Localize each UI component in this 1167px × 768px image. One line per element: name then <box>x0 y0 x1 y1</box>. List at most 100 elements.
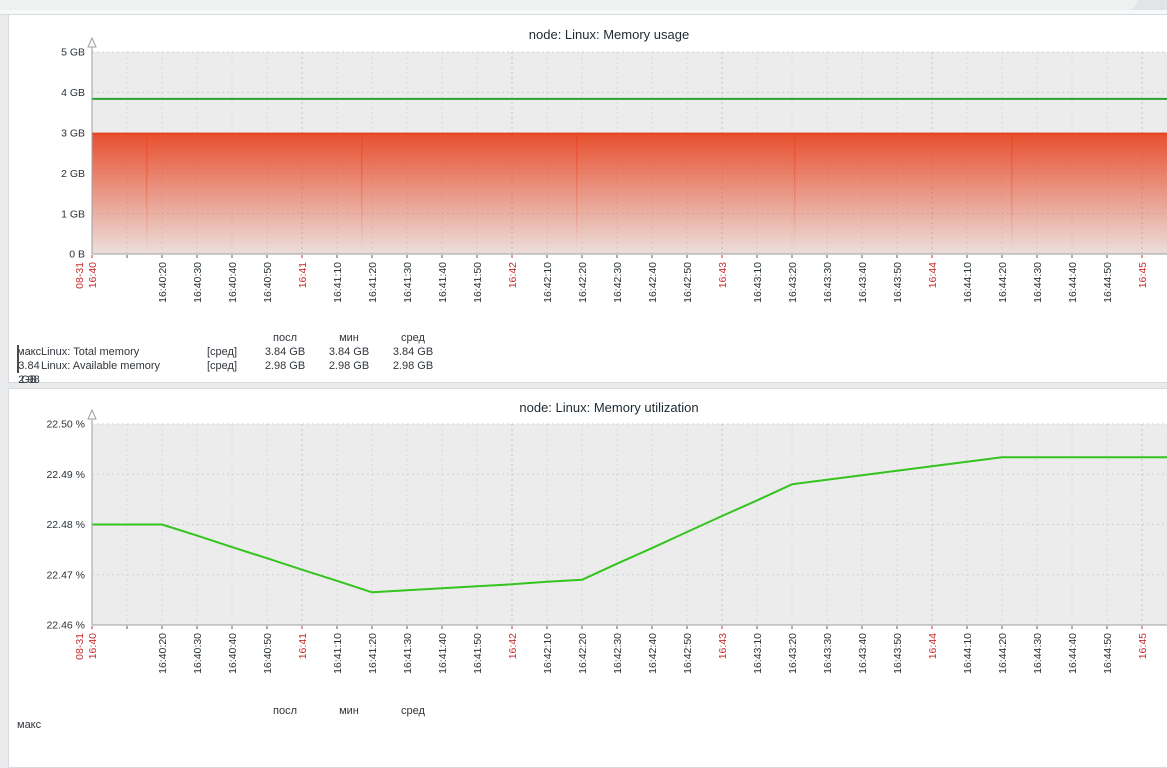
x-axis-tick-label: 16:44:10 <box>962 633 974 674</box>
x-axis-tick-label: 16:42:50 <box>682 262 694 303</box>
x-axis-tick-label: 16:40:40 <box>227 633 239 674</box>
x-axis-tick-label: 16:44:30 <box>1032 633 1044 674</box>
legend-series-function: [сред] <box>207 345 253 359</box>
x-axis-tick-label: 16:42:30 <box>612 262 624 303</box>
legend-column-header: сред <box>381 704 445 718</box>
x-axis-tick-label: 16:43:30 <box>822 633 834 674</box>
x-axis-tick-label: 16:41:30 <box>402 633 414 674</box>
x-axis-tick-label: 16:43:30 <box>822 262 834 303</box>
x-axis-tick-label: 16:41:10 <box>332 262 344 303</box>
x-axis-tick-label: 16:42:20 <box>577 262 589 303</box>
x-axis-tick-label: 16:44:50 <box>1102 262 1114 303</box>
legend-stat-value: 3.84 GB <box>381 345 445 359</box>
x-axis-tick-label: 16:42 <box>507 262 519 288</box>
x-axis-tick-label: 16:42 <box>507 633 519 659</box>
x-axis-tick-label: 16:42:50 <box>682 633 694 674</box>
x-axis-tick-label: 16:45 <box>1137 262 1149 288</box>
x-axis-date-label: 08-31 <box>74 262 86 289</box>
x-axis-tick-label: 16:43:40 <box>857 262 869 303</box>
x-axis-tick-label: 16:43:50 <box>892 633 904 674</box>
x-axis-tick-label: 16:43 <box>717 633 729 659</box>
x-axis-tick-label: 16:42:10 <box>542 262 554 303</box>
memory-usage-legend: послминсредмаксLinux: Total memory[сред]… <box>9 331 569 373</box>
legend-header-row: послминсредмакс <box>9 704 569 718</box>
y-axis-arrow-icon <box>88 410 96 419</box>
x-axis-tick-label: 16:41:30 <box>402 262 414 303</box>
y-axis-tick-label: 4 GB <box>61 87 85 99</box>
y-axis-tick-label: 22.48 % <box>46 519 85 531</box>
x-axis-tick-label: 16:44:40 <box>1067 262 1079 303</box>
area-segment-seam <box>576 136 577 253</box>
area-segment-seam <box>1011 136 1012 253</box>
legend-stat-value: 2.98 GB <box>317 359 381 373</box>
x-axis-tick-label: 16:43:50 <box>892 262 904 303</box>
series-color-swatch <box>17 359 19 373</box>
x-axis-tick-label: 16:44:50 <box>1102 633 1114 674</box>
x-axis-date-label: 16:40 <box>87 262 99 288</box>
x-axis-tick-label: 16:44:40 <box>1067 633 1079 674</box>
x-axis-tick-label: 16:41:40 <box>437 262 449 303</box>
legend-header-row: послминсредмакс <box>9 331 569 345</box>
legend-stat-value: 2.98 GB <box>253 359 317 373</box>
area-segment-seam <box>794 136 795 253</box>
memory-utilization-plot[interactable]: 22.50 %22.49 %22.48 %22.47 %22.46 %16:40… <box>9 389 1167 711</box>
memory-usage-plot[interactable]: 5 GB4 GB3 GB2 GB1 GB0 B16:4008-3116:40:2… <box>9 15 1167 327</box>
area-segment-seam <box>361 136 362 253</box>
x-axis-tick-label: 16:44 <box>927 262 939 288</box>
x-axis-tick-label: 16:44:30 <box>1032 262 1044 303</box>
memory-utilization-legend: послминсредмакс <box>9 704 569 718</box>
x-axis-tick-label: 16:44 <box>927 633 939 659</box>
x-axis-tick-label: 16:43:20 <box>787 633 799 674</box>
legend-series-name: Linux: Total memory <box>41 345 207 359</box>
x-axis-date-label: 16:40 <box>87 633 99 659</box>
series-color-swatch <box>17 345 19 359</box>
legend-column-header: макс <box>17 718 41 732</box>
legend-column-header: посл <box>253 331 317 345</box>
x-axis-tick-label: 16:41:50 <box>472 633 484 674</box>
legend-series-row: Linux: Total memory[сред]3.84 GB3.84 GB3… <box>9 345 569 359</box>
x-axis-tick-label: 16:43 <box>717 262 729 288</box>
y-axis-tick-label: 3 GB <box>61 127 85 139</box>
memory-usage-widget: node: Linux: Memory usage 5 GB4 GB3 GB2 … <box>8 14 1167 383</box>
x-axis-tick-label: 16:41:20 <box>367 262 379 303</box>
x-axis-tick-label: 16:40:30 <box>192 262 204 303</box>
y-axis-tick-label: 5 GB <box>61 47 85 59</box>
x-axis-tick-label: 16:43:10 <box>752 262 764 303</box>
x-axis-tick-label: 16:41:50 <box>472 262 484 303</box>
x-axis-tick-label: 16:45 <box>1137 633 1149 659</box>
browser-tab-bar <box>0 0 1167 10</box>
x-axis-tick-label: 16:42:40 <box>647 633 659 674</box>
y-axis-tick-label: 1 GB <box>61 208 85 220</box>
x-axis-tick-label: 16:40:20 <box>157 633 169 674</box>
x-axis-tick-label: 16:40:30 <box>192 633 204 674</box>
x-axis-tick-label: 16:40:50 <box>262 633 274 674</box>
legend-stat-value: 3.84 GB <box>253 345 317 359</box>
legend-column-header: мин <box>317 331 381 345</box>
x-axis-tick-label: 16:44:10 <box>962 262 974 303</box>
legend-series-name: Linux: Available memory <box>41 359 207 373</box>
available-memory-area <box>92 134 1167 254</box>
area-segment-seam <box>146 136 147 253</box>
x-axis-tick-label: 16:43:10 <box>752 633 764 674</box>
legend-stat-value: 2.98 GB <box>381 359 445 373</box>
x-axis-tick-label: 16:40:20 <box>157 262 169 303</box>
x-axis-tick-label: 16:41:20 <box>367 633 379 674</box>
legend-column-header: мин <box>317 704 381 718</box>
legend-series-function: [сред] <box>207 359 253 373</box>
x-axis-date-label: 08-31 <box>74 633 86 660</box>
legend-column-header: посл <box>253 704 317 718</box>
x-axis-tick-label: 16:44:20 <box>997 633 1009 674</box>
y-axis-tick-label: 22.47 % <box>46 569 85 581</box>
y-axis-tick-label: 22.46 % <box>46 620 85 632</box>
legend-stat-value: 3.84 GB <box>317 345 381 359</box>
y-axis-tick-label: 22.49 % <box>46 469 85 481</box>
x-axis-tick-label: 16:41 <box>297 633 309 659</box>
x-axis-tick-label: 16:43:40 <box>857 633 869 674</box>
x-axis-tick-label: 16:44:20 <box>997 262 1009 303</box>
x-axis-tick-label: 16:41:10 <box>332 633 344 674</box>
x-axis-tick-label: 16:42:20 <box>577 633 589 674</box>
browser-tab <box>0 0 1137 10</box>
x-axis-tick-label: 16:43:20 <box>787 262 799 303</box>
x-axis-tick-label: 16:40:50 <box>262 262 274 303</box>
x-axis-tick-label: 16:42:10 <box>542 633 554 674</box>
